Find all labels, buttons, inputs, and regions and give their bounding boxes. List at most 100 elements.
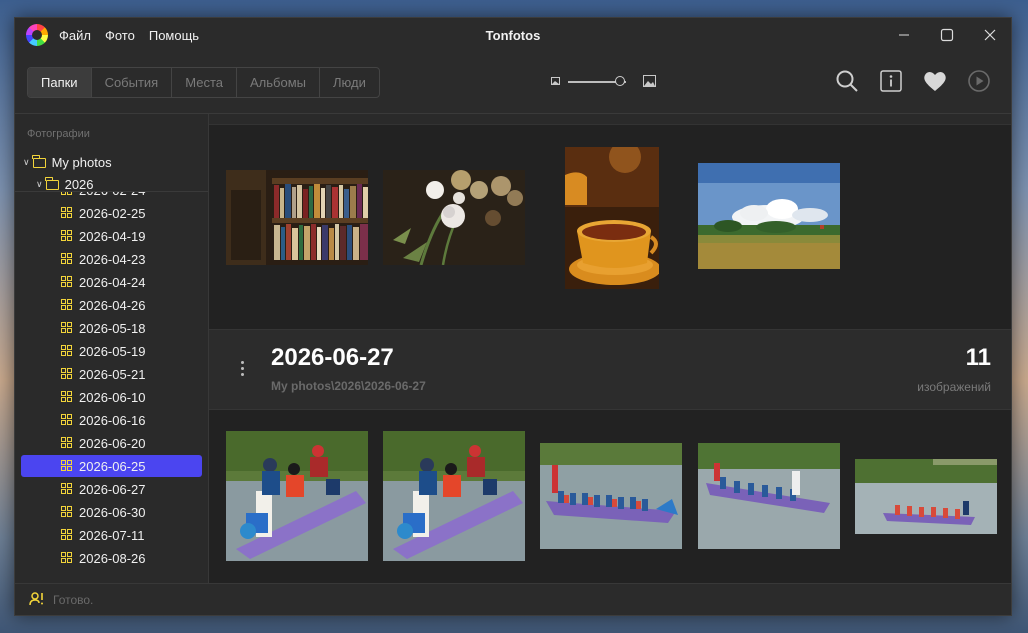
status-bar: Готово. [15,583,1011,615]
date-folder-icon [61,506,72,517]
toolbar: Папки События Места Альбомы Люди [15,52,1011,114]
folder-icon [32,154,46,168]
photo-thumbnail[interactable] [855,459,997,534]
close-button[interactable] [968,18,1011,52]
photo-thumbnail[interactable] [383,431,525,561]
date-folder-label: 2026-02-25 [79,205,146,221]
favorite-button[interactable] [923,69,947,93]
tree-item-my-photos[interactable]: ∨ My photos [23,154,112,170]
play-icon [968,70,990,92]
date-folder-label: 2026-08-26 [79,550,146,566]
group-header: 2026-06-27 My photos\2026\2026-06-27 11 … [209,329,1011,410]
user-notification-icon[interactable] [29,592,45,606]
date-folder-icon [61,345,72,356]
sidebar-date-folder[interactable]: 2026-04-26 [21,294,202,316]
photo-thumbnail[interactable] [383,170,525,265]
maximize-icon [940,28,953,42]
sidebar-date-folder[interactable]: 2026-04-24 [21,271,202,293]
title-bar: Файл Фото Помощь Tonfotos [15,18,1011,52]
zoom-handle[interactable] [615,76,626,86]
date-folder-label: 2026-04-24 [79,274,146,290]
window-title: Tonfotos [485,28,541,43]
chevron-down-icon[interactable]: ∨ [23,157,30,168]
group-title: 2026-06-27 [271,344,394,371]
tab-folders[interactable]: Папки [28,68,91,97]
tree-item-label: 2026 [64,177,94,192]
tab-places[interactable]: Места [171,68,236,97]
date-folder-label: 2026-06-25 [79,458,146,474]
photo-thumbnail[interactable] [540,443,682,549]
date-folder-label: 2026-02-24 [79,192,146,198]
folder-sidebar: Фотографии ∨ My photos ∨ 2026 2026-02-24… [15,114,209,584]
sidebar-date-folder[interactable]: 2026-06-16 [21,409,202,431]
dragon-boat-photo-4 [698,443,840,549]
group-header-previous [209,114,1011,125]
date-folder-label: 2026-05-19 [79,343,146,359]
date-folder-icon [61,299,72,310]
date-folder-label: 2026-05-18 [79,320,146,336]
photo-thumbnail[interactable] [698,163,840,269]
date-folder-icon [61,529,72,540]
search-icon [836,70,858,92]
sidebar-heading: Фотографии [27,128,90,140]
date-folder-icon [61,253,72,264]
maximize-button[interactable] [925,18,968,52]
sidebar-date-folder[interactable]: 2026-06-30 [21,501,202,523]
group-count: 11 [965,344,991,371]
date-folder-label: 2026-07-11 [79,527,145,543]
date-folder-icon [61,322,72,333]
zoom-slider[interactable] [551,74,657,90]
app-window: Файл Фото Помощь Tonfotos Папки События … [14,17,1012,616]
view-tabs: Папки События Места Альбомы Люди [27,67,380,98]
date-folder-icon [61,368,72,379]
photo-grid[interactable]: 2026-06-27 My photos\2026\2026-06-27 11 … [209,114,1011,584]
date-folder-label: 2026-06-30 [79,504,146,520]
sidebar-date-folder[interactable]: 2026-06-25 [21,455,202,477]
photo-thumbnail[interactable] [565,147,659,289]
date-folder-list[interactable]: 2026-02-24 2026-02-25 2026-04-19 2026-04-23… [15,191,208,584]
minimize-button[interactable] [882,18,925,52]
small-image-icon [551,77,560,85]
search-button[interactable] [835,69,859,93]
date-folder-label: 2026-04-19 [79,228,146,244]
large-image-icon [643,75,656,87]
date-folder-label: 2026-06-20 [79,435,146,451]
sidebar-date-folder[interactable]: 2026-04-19 [21,225,202,247]
tab-events[interactable]: События [90,68,172,97]
sidebar-date-folder[interactable]: 2026-05-21 [21,363,202,385]
dragon-boat-photo-5 [855,459,997,534]
dragon-boat-photo-1 [226,431,368,561]
photo-thumbnail[interactable] [226,170,368,265]
sidebar-date-folder[interactable]: 2026-02-25 [21,202,202,224]
photo-thumbnail[interactable] [226,431,368,561]
tab-people[interactable]: Люди [318,68,379,97]
date-folder-icon [61,437,72,448]
sidebar-date-folder[interactable]: 2026-05-18 [21,317,202,339]
heart-icon [924,72,946,91]
sidebar-date-folder[interactable]: 2026-06-27 [21,478,202,500]
tree-item-label: My photos [51,155,112,170]
info-icon [880,70,902,92]
more-options-icon[interactable] [241,361,245,379]
window-controls [882,18,1011,52]
info-button[interactable] [879,69,903,93]
sidebar-date-folder[interactable]: 2026-04-23 [21,248,202,270]
date-folder-icon [61,414,72,425]
date-folder-label: 2026-06-27 [79,481,146,497]
sidebar-date-folder[interactable]: 2026-06-10 [21,386,202,408]
sidebar-date-folder[interactable]: 2026-05-19 [21,340,202,362]
tree-item-year[interactable]: ∨ 2026 [36,176,94,192]
sidebar-date-folder[interactable]: 2026-06-20 [21,432,202,454]
sidebar-date-folder[interactable]: 2026-02-24 [21,192,202,201]
date-folder-label: 2026-06-16 [79,412,146,428]
tab-albums[interactable]: Альбомы [235,68,319,97]
right-toolbar [835,69,991,93]
photo-thumbnail[interactable] [698,443,840,549]
status-text: Готово. [53,593,94,607]
chevron-down-icon[interactable]: ∨ [36,179,43,190]
minimize-icon [898,34,909,36]
slideshow-button[interactable] [967,69,991,93]
tea-cup-photo [565,147,659,289]
sidebar-date-folder[interactable]: 2026-08-26 [21,547,202,569]
sidebar-date-folder[interactable]: 2026-07-11 [21,524,202,546]
